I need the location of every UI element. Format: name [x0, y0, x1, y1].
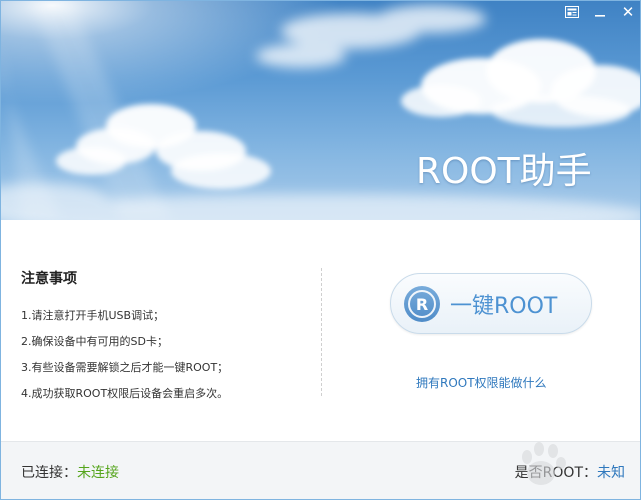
root-status-value: 未知: [597, 465, 625, 481]
app-title: ROOT助手: [416, 151, 592, 192]
section-divider: [321, 268, 322, 396]
root-status: 是否ROOT：未知: [515, 462, 625, 482]
notes-section: 注意事项 1.请注意打开手机USB调试； 2.确保设备中有可用的SD卡； 3.有…: [21, 268, 311, 407]
connection-label: 已连接：: [21, 465, 77, 481]
close-icon[interactable]: ✕: [614, 1, 640, 23]
notes-list: 1.请注意打开手机USB调试； 2.确保设备中有可用的SD卡； 3.有些设备需要…: [21, 303, 311, 407]
root-logo-icon: R: [404, 285, 440, 322]
one-click-root-button[interactable]: R 一键ROOT: [390, 273, 592, 334]
root-status-label: 是否ROOT：: [514, 465, 597, 481]
status-bar: 已连接：未连接 是否ROOT：未知: [1, 441, 640, 499]
connection-status: 已连接：未连接: [21, 462, 119, 482]
connection-value: 未连接: [77, 465, 119, 481]
list-item: 4.成功获取ROOT权限后设备会重启多次。: [21, 387, 229, 400]
window-controls: ✕: [558, 1, 640, 23]
notes-title: 注意事项: [21, 271, 77, 287]
skin-icon[interactable]: [558, 1, 586, 23]
header-banner: ✕ ROOT助手: [1, 1, 640, 220]
minimize-icon[interactable]: [586, 1, 614, 23]
list-item: 2.确保设备中有可用的SD卡；: [21, 335, 168, 348]
list-item: 3.有些设备需要解锁之后才能一键ROOT；: [21, 361, 229, 374]
app-window: ✕ ROOT助手 注意事项 1.请注意打开手机USB调试； 2.确保设备中有可用…: [0, 0, 641, 500]
list-item: 1.请注意打开手机USB调试；: [21, 309, 165, 322]
root-benefits-link[interactable]: 拥有ROOT权限能做什么: [416, 374, 547, 391]
root-button-label: 一键ROOT: [450, 293, 558, 319]
main-content: 注意事项 1.请注意打开手机USB调试； 2.确保设备中有可用的SD卡； 3.有…: [1, 220, 640, 441]
svg-text:R: R: [416, 295, 428, 314]
